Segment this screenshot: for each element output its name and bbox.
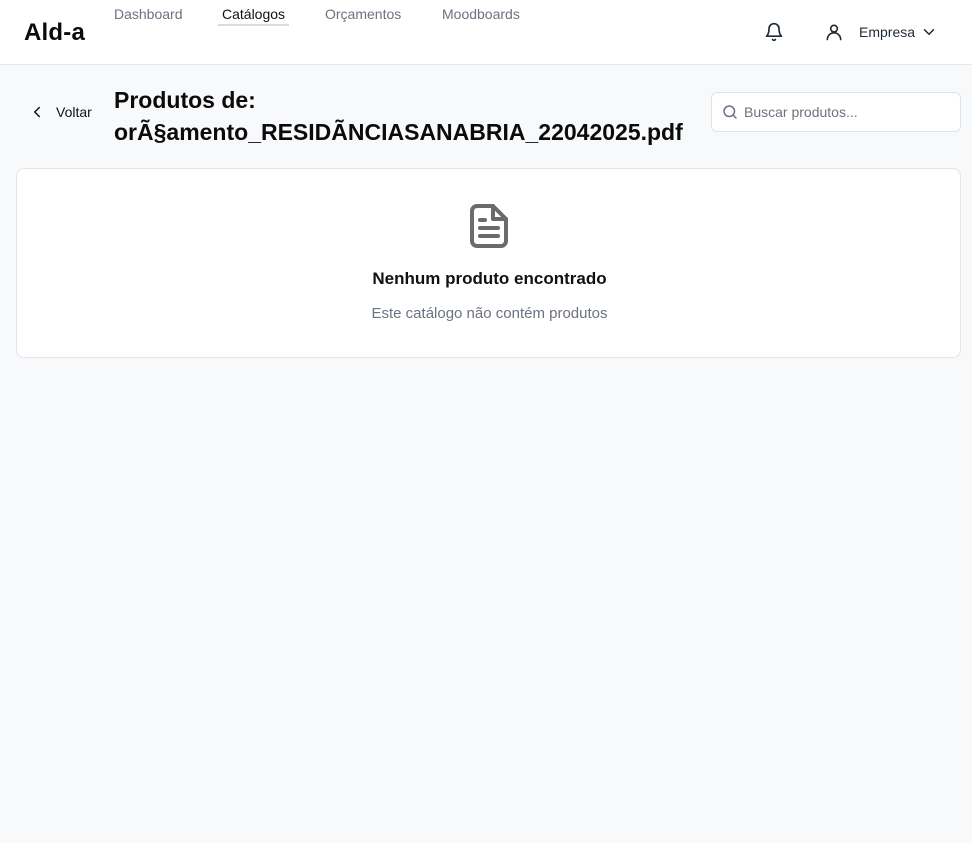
user-name-label: Empresa [859,24,916,40]
page-title: Produtos de: orÃ§amento_RESIDÃNCIASANABR… [114,84,714,148]
nav-item-dashboard[interactable]: Dashboard [110,6,187,24]
back-label: Voltar [56,104,92,120]
empty-state-subtitle: Este catálogo não contém produtos [371,305,608,322]
file-text-icon [469,203,509,249]
search-input[interactable] [744,101,954,123]
nav-item-orcamentos[interactable]: Orçamentos [321,6,405,24]
search-icon [721,103,739,121]
page-title-prefix: Produtos de: [114,87,256,113]
empty-state-title: Nenhum produto encontrado [372,269,607,288]
empty-state-card: Nenhum produto encontrado Este catálogo … [16,168,961,358]
nav-item-moodboards[interactable]: Moodboards [438,6,524,24]
chevron-down-icon [920,23,938,41]
chevron-left-icon [28,103,46,121]
top-navigation-bar: Ald-a Dashboard Catálogos Orçamentos Moo… [0,0,972,65]
bell-icon[interactable] [764,22,784,42]
user-icon [824,22,844,42]
product-search[interactable] [711,92,961,132]
page-title-filename: orÃ§amento_RESIDÃNCIASANABRIA_22042025.p… [114,119,683,145]
app-logo[interactable]: Ald-a [24,19,85,47]
nav-item-catalogos[interactable]: Catálogos [218,6,290,26]
